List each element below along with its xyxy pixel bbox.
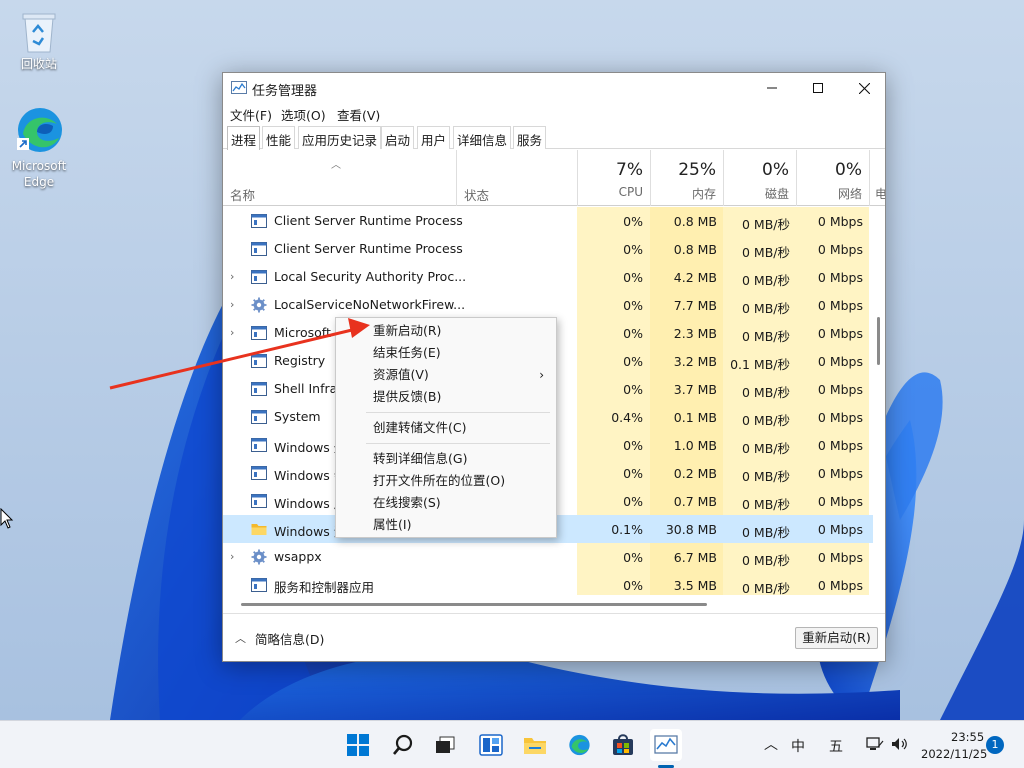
annotation-arrow bbox=[109, 318, 370, 390]
mouse-cursor-icon bbox=[0, 508, 14, 529]
